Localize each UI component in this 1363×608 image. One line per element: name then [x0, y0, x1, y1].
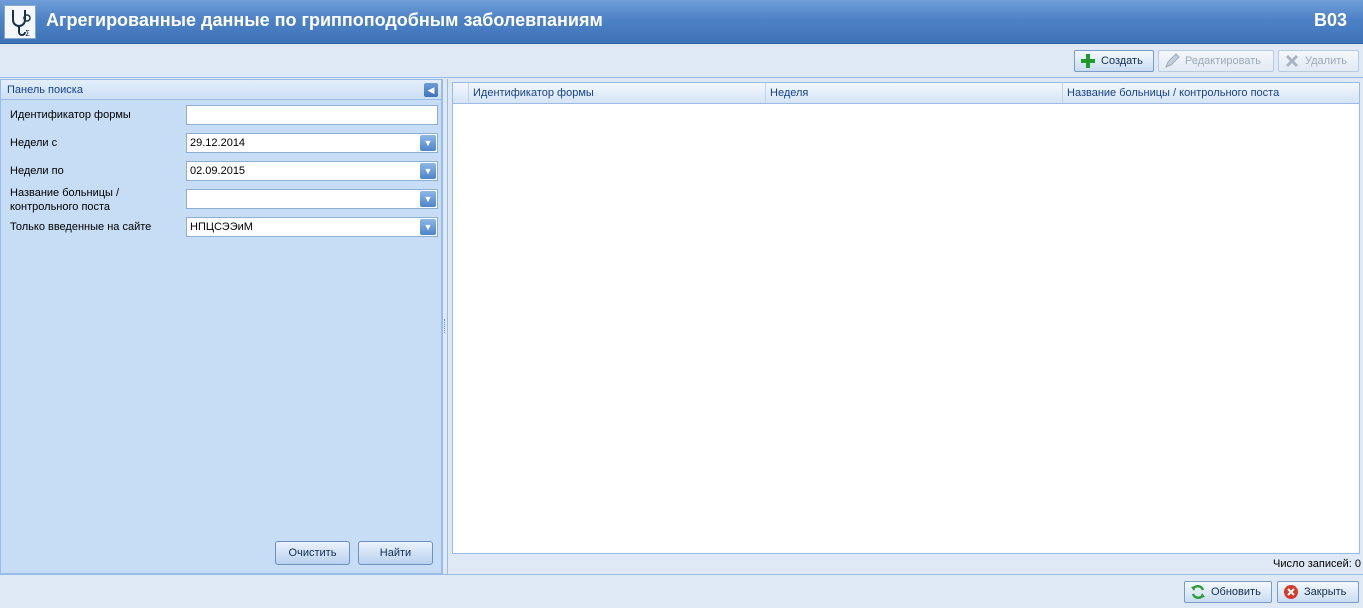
title-bar: Σ Агрегированные данные по гриппоподобны…	[0, 0, 1363, 44]
results-area: Идентификатор формы Неделя Название боль…	[449, 79, 1363, 574]
close-label: Закрыть	[1304, 586, 1347, 598]
site-only-value: НПЦСЭЭиМ	[190, 221, 253, 233]
weeks-to-label: Недели по	[10, 165, 64, 177]
column-form-id[interactable]: Идентификатор формы	[469, 83, 766, 103]
weeks-from-value: 29.12.2014	[190, 137, 246, 149]
site-only-select[interactable]: НПЦСЭЭиМ ▼	[186, 217, 438, 237]
weeks-from-label: Недели с	[10, 137, 58, 149]
plus-icon	[1080, 53, 1096, 69]
delete-icon	[1284, 53, 1300, 69]
hospital-select[interactable]: ▼	[186, 189, 438, 209]
close-icon	[1283, 584, 1299, 600]
panel-splitter[interactable]	[442, 79, 448, 574]
refresh-label: Обновить	[1211, 586, 1261, 598]
create-label: Создать	[1101, 55, 1143, 67]
weeks-to-value: 02.09.2015	[190, 165, 246, 177]
weeks-to-select[interactable]: 02.09.2015 ▼	[186, 161, 438, 181]
chevron-down-icon[interactable]: ▼	[420, 219, 436, 235]
pencil-icon	[1164, 53, 1180, 69]
search-panel: Панель поиска ◀ Идентификатор формы Неде…	[0, 79, 442, 574]
grid-header: Идентификатор формы Неделя Название боль…	[453, 83, 1359, 104]
form-id-label: Идентификатор формы	[10, 109, 131, 121]
chevron-down-icon[interactable]: ▼	[420, 135, 436, 151]
form-id-input[interactable]	[186, 105, 438, 125]
svg-text:Σ: Σ	[25, 29, 30, 38]
search-panel-header: Панель поиска ◀	[1, 80, 441, 100]
record-count: Число записей: 0	[1273, 558, 1361, 570]
form-code: B03	[1313, 10, 1347, 30]
search-button[interactable]: Найти	[358, 541, 433, 565]
hospital-label-line2: контрольного поста	[10, 201, 111, 213]
edit-button[interactable]: Редактировать	[1158, 50, 1274, 72]
page-title: Агрегированные данные по гриппоподобным …	[46, 10, 603, 30]
stethoscope-sigma-icon: Σ	[4, 5, 36, 39]
footer-bar: Обновить Закрыть	[0, 574, 1363, 608]
site-only-label: Только введенные на сайте	[10, 221, 152, 233]
column-hospital[interactable]: Название больницы / контрольного поста	[1063, 83, 1359, 103]
weeks-from-select[interactable]: 29.12.2014 ▼	[186, 133, 438, 153]
toolbar: Создать Редактировать Удалить	[0, 45, 1363, 78]
chevron-down-icon[interactable]: ▼	[420, 191, 436, 207]
row-selector-column	[453, 83, 469, 103]
refresh-button[interactable]: Обновить	[1184, 581, 1272, 603]
hospital-label: Название больницы / контрольного поста	[10, 186, 119, 214]
hospital-label-line1: Название больницы /	[10, 187, 120, 199]
results-grid: Идентификатор формы Неделя Название боль…	[452, 82, 1360, 554]
clear-button[interactable]: Очистить	[275, 541, 350, 565]
splitter-grip-icon	[444, 319, 446, 333]
refresh-icon	[1190, 584, 1206, 600]
close-button[interactable]: Закрыть	[1277, 581, 1359, 603]
create-button[interactable]: Создать	[1074, 50, 1154, 72]
column-week[interactable]: Неделя	[766, 83, 1063, 103]
collapse-panel-icon[interactable]: ◀	[424, 83, 438, 97]
chevron-down-icon[interactable]: ▼	[420, 163, 436, 179]
edit-label: Редактировать	[1185, 55, 1261, 67]
delete-button[interactable]: Удалить	[1278, 50, 1359, 72]
search-panel-title: Панель поиска	[7, 84, 83, 96]
delete-label: Удалить	[1305, 55, 1347, 67]
